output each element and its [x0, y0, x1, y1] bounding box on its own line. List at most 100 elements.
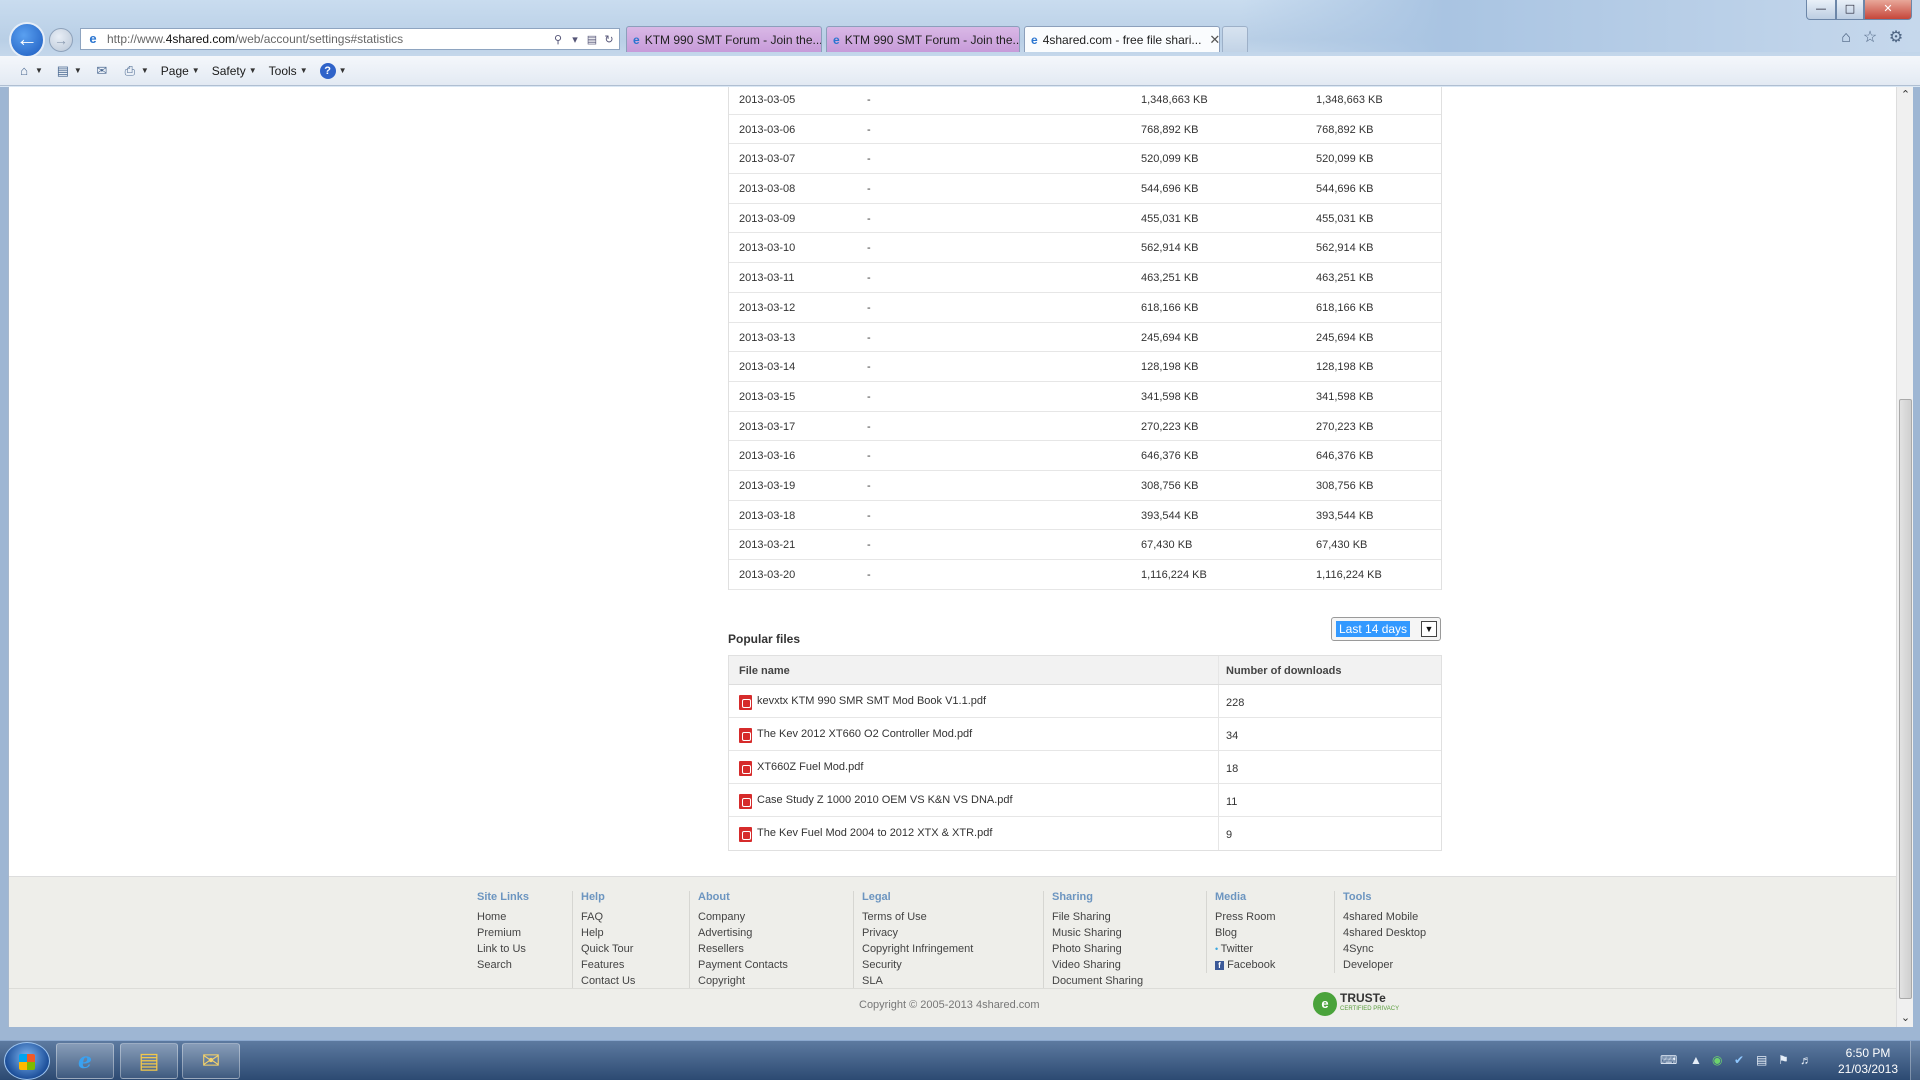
footer-link[interactable]: Video Sharing	[1052, 957, 1143, 973]
tab-ktm-forum-2[interactable]: e KTM 990 SMT Forum - Join the...	[826, 26, 1020, 52]
footer-link[interactable]: Developer	[1343, 957, 1426, 973]
feeds-menu[interactable]: ▤ ▼	[55, 63, 82, 79]
print-menu[interactable]: ⎙ ▼	[122, 63, 149, 79]
compatibility-view-icon[interactable]: ▤	[585, 33, 599, 46]
file-name-link[interactable]: Case Study Z 1000 2010 OEM VS K&N VS DNA…	[757, 794, 1013, 806]
footer-link[interactable]: Contact Us	[581, 973, 635, 989]
footer-link[interactable]: Link to Us	[477, 941, 529, 957]
footer-link[interactable]: Press Room	[1215, 909, 1276, 925]
file-name-link[interactable]: XT660Z Fuel Mod.pdf	[757, 761, 863, 773]
footer-link[interactable]: Payment Contacts	[698, 957, 788, 973]
footer-link[interactable]: SLA	[862, 973, 973, 989]
dropdown-icon[interactable]: ▾	[568, 33, 582, 46]
footer-link[interactable]: f Facebook	[1215, 957, 1276, 973]
keyboard-icon[interactable]: ⌨	[1660, 1053, 1677, 1067]
gear-icon[interactable]: ⚙	[1886, 28, 1906, 48]
stat-date: 2013-03-12	[739, 301, 796, 314]
scroll-thumb[interactable]	[1899, 399, 1912, 999]
tab-ktm-forum-1[interactable]: e KTM 990 SMT Forum - Join the...	[626, 26, 822, 52]
column-divider	[1218, 718, 1219, 750]
footer-link[interactable]: Terms of Use	[862, 909, 973, 925]
copyright-text: Copyright © 2005-2013 4shared.com	[859, 999, 1040, 1011]
minimize-button[interactable]: —	[1806, 0, 1836, 20]
footer-link[interactable]: Copyright	[698, 973, 788, 989]
footer-link[interactable]: Blog	[1215, 925, 1276, 941]
action-center-flag-icon[interactable]: ⚑	[1778, 1053, 1789, 1067]
footer-link[interactable]: 4shared Desktop	[1343, 925, 1426, 941]
footer-column-help: Help FAQ Help Quick Tour Features Contact Us	[572, 891, 635, 989]
footer-link[interactable]: Copyright Infringement	[862, 941, 973, 957]
footer-link[interactable]: Quick Tour	[581, 941, 635, 957]
footer-link[interactable]: Photo Sharing	[1052, 941, 1143, 957]
column-divider	[1218, 817, 1219, 850]
footer-link[interactable]: Resellers	[698, 941, 788, 957]
start-button[interactable]	[4, 1042, 50, 1080]
footer-link[interactable]: Features	[581, 957, 635, 973]
home-menu[interactable]: ⌂ ▼	[16, 63, 43, 79]
new-tab-button[interactable]	[1222, 26, 1248, 52]
printer-icon: ⎙	[124, 62, 136, 78]
tools-menu[interactable]: Tools ▼	[269, 64, 308, 78]
close-window-button[interactable]: ✕	[1864, 0, 1912, 20]
footer-link[interactable]: 4shared Mobile	[1343, 909, 1426, 925]
truste-badge[interactable]: e TRUSTe CERTIFIED PRIVACY	[1313, 991, 1399, 1017]
footer-link[interactable]: Company	[698, 909, 788, 925]
table-row: 2013-03-21 - 67,430 KB 67,430 KB	[729, 530, 1441, 560]
footer-link[interactable]: FAQ	[581, 909, 635, 925]
stat-date: 2013-03-19	[739, 479, 796, 492]
footer-link[interactable]: Document Sharing	[1052, 973, 1143, 989]
footer-link[interactable]: • Twitter	[1215, 941, 1276, 957]
file-name-link[interactable]: kevxtx KTM 990 SMR SMT Mod Book V1.1.pdf	[757, 695, 986, 707]
scroll-up-icon[interactable]: ⌃	[1897, 87, 1914, 104]
messenger-icon[interactable]: ✔	[1734, 1053, 1744, 1067]
volume-icon[interactable]: ♬	[1800, 1053, 1812, 1067]
vertical-scrollbar[interactable]: ⌃ ⌄	[1896, 87, 1913, 1027]
refresh-icon[interactable]: ↻	[602, 33, 616, 46]
chevron-down-icon[interactable]: ▼	[1421, 621, 1437, 637]
network-icon[interactable]: ▤	[1756, 1053, 1767, 1067]
footer-link[interactable]: 4Sync	[1343, 941, 1426, 957]
table-row: XT660Z Fuel Mod.pdf 18	[729, 751, 1441, 784]
show-desktop-button[interactable]	[1910, 1041, 1920, 1080]
home-icon[interactable]: ⌂	[1836, 28, 1856, 48]
statistics-table: 2013-03-05-1,348,663 KB 1,348,663 KB 2013-…	[728, 87, 1442, 590]
taskbar-file-explorer[interactable]: ▤	[120, 1043, 178, 1079]
stat-col3: 455,031 KB	[1141, 212, 1199, 225]
help-menu[interactable]: ? ▼	[319, 62, 347, 79]
clock[interactable]: 6:50 PM 21/03/2013	[1828, 1045, 1908, 1077]
footer-link[interactable]: File Sharing	[1052, 909, 1143, 925]
antivirus-icon[interactable]: ◉	[1712, 1053, 1722, 1067]
file-name-link[interactable]: The Kev 2012 XT660 O2 Controller Mod.pdf	[757, 728, 972, 740]
period-select[interactable]: Last 14 days ▼	[1331, 617, 1441, 641]
address-url[interactable]: http://www.4shared.com/web/account/setti…	[107, 32, 551, 46]
footer-link[interactable]: Security	[862, 957, 973, 973]
taskbar-internet-explorer[interactable]: e	[56, 1043, 114, 1079]
file-name-link[interactable]: The Kev Fuel Mod 2004 to 2012 XTX & XTR.…	[757, 827, 992, 839]
scroll-down-icon[interactable]: ⌄	[1897, 1010, 1914, 1027]
stat-col3: 393,544 KB	[1141, 509, 1199, 522]
footer-link[interactable]: Home	[477, 909, 529, 925]
search-icon[interactable]: ⚲	[551, 33, 565, 46]
stat-col2: -	[867, 94, 871, 106]
footer-link[interactable]: Search	[477, 957, 529, 973]
footer-link[interactable]: Premium	[477, 925, 529, 941]
address-bar[interactable]: e http://www.4shared.com/web/account/set…	[80, 28, 620, 50]
tab-4shared[interactable]: e 4shared.com - free file shari... ✕	[1024, 26, 1220, 52]
window-frame-bottom	[0, 1027, 1920, 1040]
footer-link[interactable]: Advertising	[698, 925, 788, 941]
favorites-star-icon[interactable]: ☆	[1860, 28, 1880, 48]
back-button[interactable]: ←	[9, 22, 45, 58]
footer-link[interactable]: Music Sharing	[1052, 925, 1143, 941]
footer-link[interactable]: Privacy	[862, 925, 973, 941]
page-menu[interactable]: Page ▼	[161, 64, 200, 78]
close-tab-icon[interactable]: ✕	[1209, 32, 1219, 48]
mail-button[interactable]: ✉	[94, 63, 110, 79]
footer-link[interactable]: Help	[581, 925, 635, 941]
forward-button[interactable]: →	[49, 28, 73, 52]
taskbar-mail-app[interactable]: ✉	[182, 1043, 240, 1079]
safety-menu[interactable]: Safety ▼	[212, 64, 257, 78]
maximize-button[interactable]: □	[1836, 0, 1864, 20]
stat-col3: 1,348,663 KB	[1141, 94, 1208, 106]
window-frame-left	[0, 87, 8, 1027]
show-hidden-icons[interactable]: ▲	[1690, 1053, 1702, 1067]
